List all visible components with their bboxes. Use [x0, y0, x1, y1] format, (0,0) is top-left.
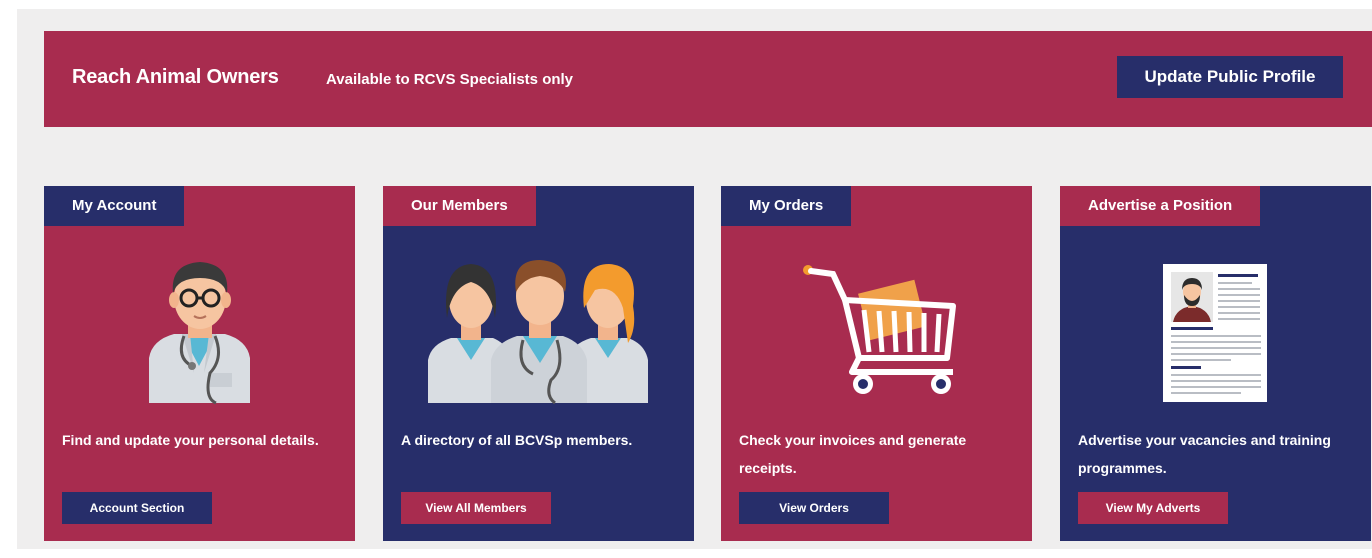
our-members-description: A directory of all BCVSp members. — [401, 432, 633, 448]
advertise-position-card: Advertise a Position Advertise your vaca… — [1060, 186, 1371, 541]
shopping-cart-icon — [803, 265, 956, 394]
our-members-tab[interactable]: Our Members — [383, 186, 536, 226]
banner-subtitle: Available to RCVS Specialists only — [326, 71, 574, 88]
my-orders-tab[interactable]: My Orders — [721, 186, 852, 226]
account-section-button[interactable]: Account Section — [62, 492, 212, 524]
our-members-card: Our Members A directory of all BCVSp mem… — [383, 186, 694, 541]
view-all-members-button[interactable]: View All Members — [401, 492, 551, 524]
update-public-profile-button[interactable]: Update Public Profile — [1117, 56, 1343, 98]
cv-document-icon — [1163, 264, 1267, 402]
my-account-tab[interactable]: My Account — [44, 186, 185, 226]
my-account-description: Find and update your personal details. — [62, 432, 319, 448]
view-my-adverts-button[interactable]: View My Adverts — [1078, 492, 1228, 524]
members-group-icon — [428, 260, 648, 405]
view-orders-button[interactable]: View Orders — [739, 492, 889, 524]
my-orders-description: Check your invoices and generate receipt… — [739, 432, 967, 476]
my-account-card: My Account Find and update your personal… — [44, 186, 355, 541]
my-orders-card: My Orders Check your invoices and genera… — [721, 186, 1032, 541]
reach-owners-banner: Reach Animal Owners Available to RCVS Sp… — [44, 31, 1372, 127]
banner-title: Reach Animal Owners — [72, 66, 279, 88]
advertise-position-tab[interactable]: Advertise a Position — [1060, 186, 1261, 226]
advertise-position-description: Advertise your vacancies and training pr… — [1078, 432, 1331, 476]
doctor-avatar-icon — [149, 262, 250, 405]
